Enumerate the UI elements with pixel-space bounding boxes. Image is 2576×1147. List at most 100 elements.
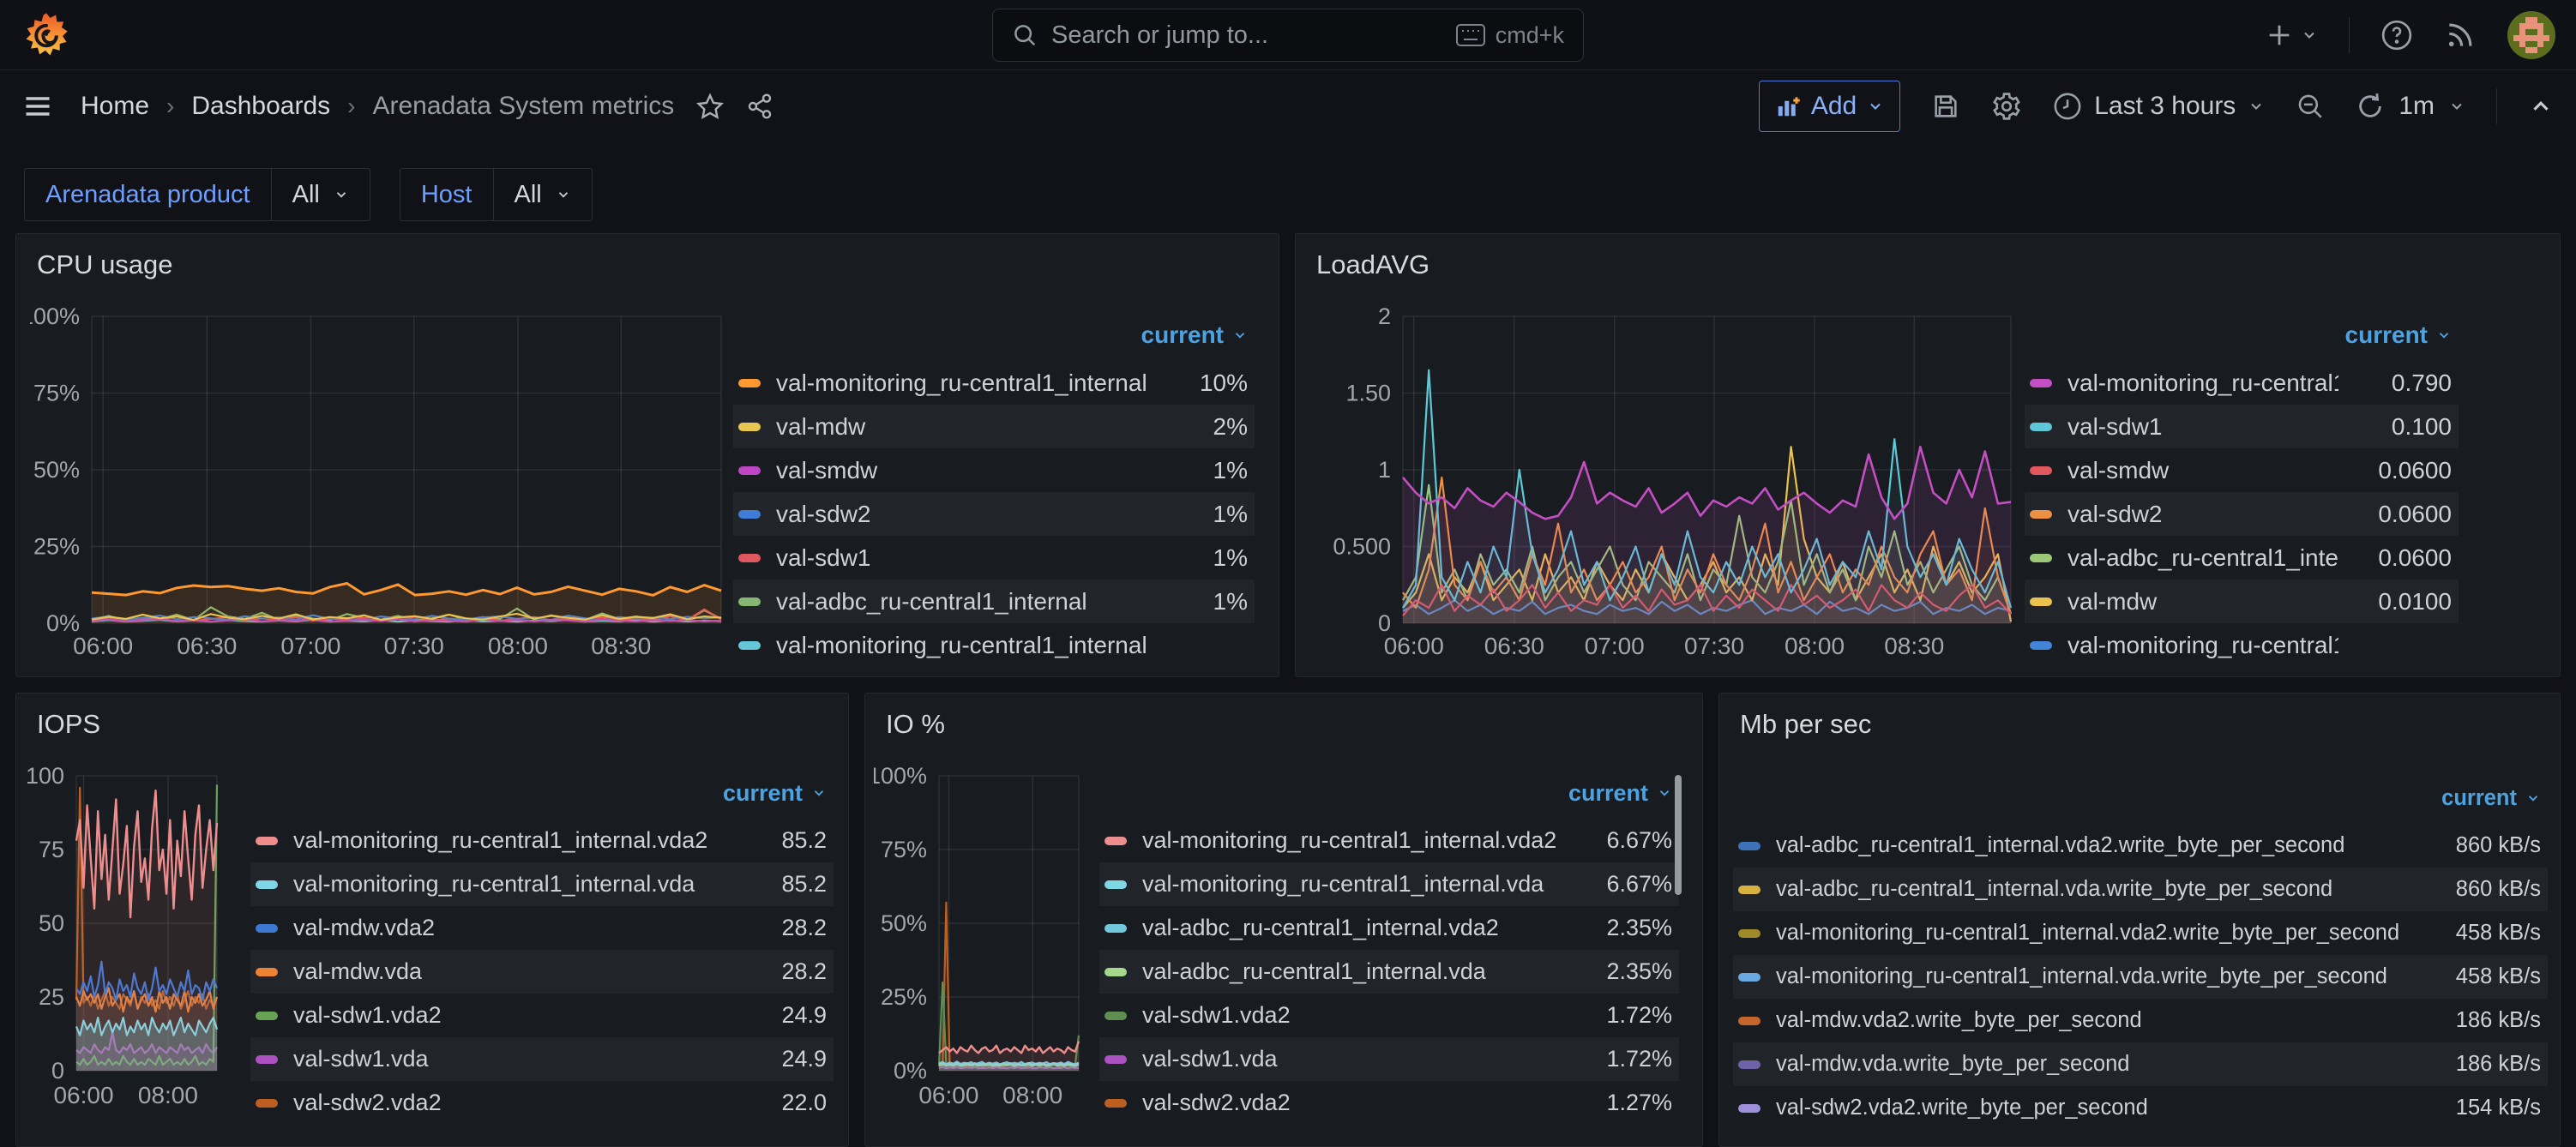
legend-row[interactable]: val-adbc_ru-central1_internal.vda.write_…: [1733, 868, 2548, 911]
legend-row[interactable]: val-adbc_ru-central1_internal.vda 2.35%: [1099, 950, 1679, 994]
favorite-star-icon[interactable]: [696, 93, 724, 120]
legend-row[interactable]: val-mdw.vda 28.2: [250, 950, 834, 994]
legend-row[interactable]: val-sdw1.vda2 1.72%: [1099, 994, 1679, 1037]
share-icon[interactable]: [746, 93, 773, 120]
series-name: val-sdw2: [776, 501, 1160, 528]
legend-row[interactable]: val-mdw.vda2.write_byte_per_second 186 k…: [1733, 999, 2548, 1042]
legend-row[interactable]: val-smdw 1%: [733, 448, 1255, 492]
refresh-icon: [2356, 92, 2385, 121]
zoom-out-icon[interactable]: [2296, 92, 2325, 121]
legend-row[interactable]: val-monitoring_ru-central1_internal.vda2…: [250, 819, 834, 862]
legend-row[interactable]: val-monitoring_ru-central1_internal.vda2…: [1099, 819, 1679, 862]
legend-row[interactable]: val-mdw.vda2 28.2: [250, 906, 834, 950]
legend-row[interactable]: val-monitoring_ru-central1_internal.vda …: [250, 862, 834, 906]
legend-sort-current[interactable]: current: [1099, 778, 1679, 808]
legend-sort-current[interactable]: current: [733, 320, 1255, 351]
legend-row[interactable]: val-sdw1.vda 24.9: [250, 1037, 834, 1081]
legend-row[interactable]: val-sdw1 0.100: [2025, 405, 2459, 448]
svg-text:100%: 100%: [30, 308, 80, 329]
legend-row[interactable]: val-monitoring_ru-central1_internal 0.79…: [2025, 361, 2459, 405]
dashboard-settings-gear-icon[interactable]: [1991, 91, 2022, 122]
clock-icon: [2053, 92, 2082, 121]
panel-title[interactable]: LoadAVG: [1316, 249, 1429, 280]
time-range-picker[interactable]: Last 3 hours: [2053, 92, 2265, 121]
legend-row[interactable]: val-sdw1.vda2 24.9: [250, 994, 834, 1037]
dashboard-variables: Arenadata product All Host All: [24, 168, 622, 221]
series-name: val-sdw2: [2067, 501, 2338, 528]
series-color-marker: [1104, 924, 1127, 933]
legend-row[interactable]: val-monitoring_ru-central1_internal: [733, 623, 1255, 667]
legend-sort-current[interactable]: current: [250, 778, 834, 808]
save-dashboard-icon[interactable]: [1931, 92, 1960, 121]
user-avatar[interactable]: [2507, 11, 2555, 59]
cpu-usage-legend: current val-monitoring_ru-central1_inter…: [733, 320, 1255, 667]
legend-row[interactable]: val-sdw2.vda2 1.27%: [1099, 1081, 1679, 1125]
cpu-usage-chart[interactable]: 100%75%50%25%0%06:0006:3007:0007:3008:00…: [30, 308, 726, 663]
svg-text:75%: 75%: [33, 381, 80, 406]
legend-row[interactable]: val-sdw2.vda2 22.0: [250, 1081, 834, 1125]
legend-row[interactable]: val-mdw 2%: [733, 405, 1255, 448]
add-panel-button[interactable]: Add: [1759, 81, 1900, 132]
iops-chart[interactable]: 100755025006:0008:00: [25, 767, 222, 1112]
legend-scrollbar[interactable]: [1675, 775, 1682, 895]
series-current-value: 1%: [1171, 501, 1248, 528]
legend-row[interactable]: val-smdw 0.0600: [2025, 448, 2459, 492]
collapse-chevron-up-icon[interactable]: [2528, 93, 2554, 119]
legend-row[interactable]: val-sdw2.vda2.write_byte_per_second 154 …: [1733, 1086, 2548, 1130]
series-color-marker: [2030, 466, 2052, 475]
panel-title[interactable]: IOPS: [37, 709, 100, 740]
legend-row[interactable]: val-monitoring_ru-central1_internal 10%: [733, 361, 1255, 405]
add-new-button[interactable]: [2265, 21, 2318, 50]
filter-arenadata-product-value[interactable]: All: [271, 168, 370, 221]
loadavg-chart[interactable]: 21.5010.500006:0006:3007:0007:3008:0008:…: [1321, 308, 2016, 663]
filter-host-label[interactable]: Host: [400, 168, 493, 221]
panel-title[interactable]: IO %: [886, 709, 945, 740]
legend-row[interactable]: val-monitoring_ru-central1_internal.vda …: [1099, 862, 1679, 906]
series-name: val-smdw: [2067, 457, 2338, 484]
chevron-down-icon: [2448, 98, 2465, 115]
breadcrumb-dashboards[interactable]: Dashboards: [191, 92, 330, 121]
svg-text:07:30: 07:30: [384, 633, 444, 659]
svg-text:50%: 50%: [33, 457, 80, 483]
search-input[interactable]: Search or jump to... cmd+k: [992, 9, 1584, 62]
legend-sort-current[interactable]: current: [2025, 320, 2459, 351]
chevron-down-icon: [1232, 327, 1248, 343]
breadcrumb-home[interactable]: Home: [81, 92, 149, 121]
legend-row[interactable]: val-mdw 0.0100: [2025, 580, 2459, 623]
legend-row[interactable]: val-sdw2 0.0600: [2025, 492, 2459, 536]
legend-row[interactable]: val-monitoring_ru-central1_internal: [2025, 623, 2459, 667]
legend-row[interactable]: val-adbc_ru-central1_internal 1%: [733, 580, 1255, 623]
series-color-marker: [2030, 598, 2052, 606]
svg-text:06:00: 06:00: [1384, 633, 1444, 659]
legend-row[interactable]: val-monitoring_ru-central1_internal.vda2…: [1733, 911, 2548, 955]
series-current-value: 154 kB/s: [2412, 1096, 2541, 1120]
legend-row[interactable]: val-adbc_ru-central1_internal.vda2 2.35%: [1099, 906, 1679, 950]
help-button[interactable]: [2380, 19, 2413, 51]
svg-text:07:00: 07:00: [280, 633, 340, 659]
legend-row[interactable]: val-sdw2 1%: [733, 492, 1255, 536]
legend-row[interactable]: val-sdw1.vda 1.72%: [1099, 1037, 1679, 1081]
series-color-marker: [1738, 929, 1760, 938]
add-panel-icon: [1775, 93, 1801, 119]
legend-sort-current[interactable]: current: [1733, 783, 2548, 814]
menu-icon[interactable]: [22, 91, 53, 122]
legend-row[interactable]: val-mdw.vda.write_byte_per_second 186 kB…: [1733, 1042, 2548, 1086]
panel-title[interactable]: CPU usage: [37, 249, 173, 280]
legend-row[interactable]: val-adbc_ru-central1_internal 0.0600: [2025, 536, 2459, 580]
series-color-marker: [256, 837, 278, 845]
refresh-picker[interactable]: 1m: [2356, 92, 2465, 121]
io-percent-chart[interactable]: 100%75%50%25%0%06:0008:00: [874, 767, 1084, 1112]
series-name: val-sdw2.vda2: [1142, 1090, 1568, 1116]
filter-arenadata-product-label[interactable]: Arenadata product: [24, 168, 271, 221]
series-current-value: 6.67%: [1578, 871, 1672, 898]
news-rss-button[interactable]: [2444, 19, 2477, 51]
legend-row[interactable]: val-adbc_ru-central1_internal.vda2.write…: [1733, 824, 2548, 868]
filter-host-value[interactable]: All: [493, 168, 593, 221]
series-color-marker: [738, 554, 761, 562]
series-color-marker: [2030, 379, 2052, 387]
legend-row[interactable]: val-sdw1 1%: [733, 536, 1255, 580]
grafana-logo[interactable]: [22, 11, 70, 59]
legend-row[interactable]: val-monitoring_ru-central1_internal.vda.…: [1733, 955, 2548, 999]
panel-title[interactable]: Mb per sec: [1740, 709, 1871, 740]
svg-text:0%: 0%: [894, 1058, 927, 1084]
